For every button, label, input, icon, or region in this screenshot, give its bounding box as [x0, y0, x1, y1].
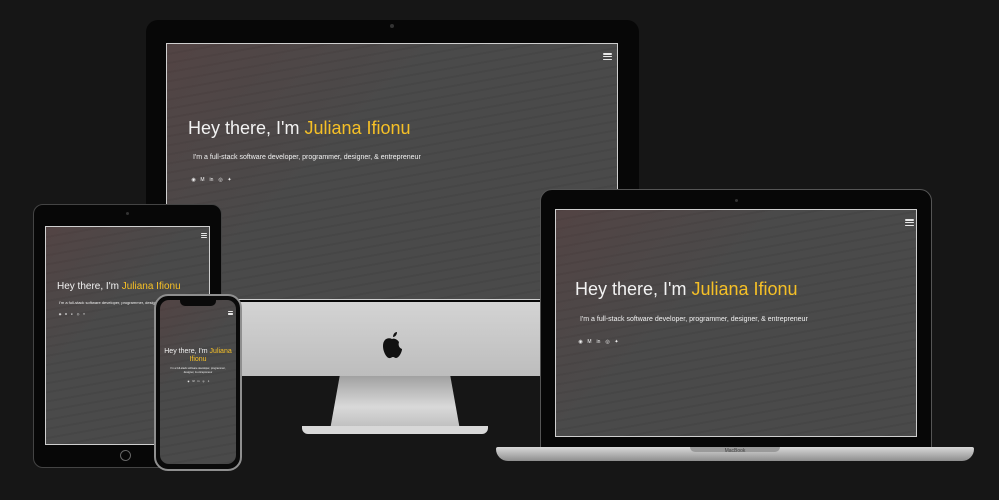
twitter-icon[interactable]: ✦ [206, 380, 211, 383]
greeting-text: Hey there, I'm [575, 279, 692, 299]
macbook-brand: MacBook [724, 448, 746, 454]
twitter-icon[interactable]: ✦ [612, 339, 621, 345]
social-links: ◉ M in ◎ ✦ [57, 312, 87, 316]
macbook-camera [735, 199, 738, 202]
greeting-text: Hey there, I'm [57, 281, 122, 292]
hero-tagline: I'm a full-stack software developer, pro… [170, 367, 226, 374]
iphone-notch [180, 300, 216, 306]
ipad-camera [126, 212, 129, 215]
hero-heading: Hey there, I'm Juliana Ifionu [160, 348, 236, 364]
hero-name: Juliana Ifionu [691, 279, 798, 299]
instagram-icon[interactable]: ◎ [603, 339, 612, 345]
social-links: ◉ M in ◎ ✦ [189, 177, 234, 183]
hero-heading: Hey there, I'm Juliana Ifionu [188, 118, 411, 139]
macbook-screen: Hey there, I'm Juliana Ifionu I'm a full… [555, 209, 917, 437]
imac-camera [390, 24, 394, 28]
hamburger-menu-icon[interactable] [905, 219, 914, 226]
twitter-icon[interactable]: ✦ [81, 312, 87, 316]
greeting-text: Hey there, I'm [188, 118, 305, 138]
hamburger-menu-icon[interactable] [603, 53, 612, 60]
iphone-screen: Hey there, I'm Juliana Ifionu I'm a full… [160, 300, 236, 464]
imac-stand-base [302, 426, 488, 434]
hero-tagline: I'm a full-stack software developer, pro… [193, 154, 421, 161]
twitter-icon[interactable]: ✦ [225, 177, 234, 183]
greeting-text: Hey there, I'm [164, 348, 210, 355]
hero-name: Juliana Ifionu [304, 118, 411, 138]
hamburger-menu-icon[interactable] [201, 233, 207, 238]
hero-heading: Hey there, I'm Juliana Ifionu [57, 281, 181, 292]
hero-tagline: I'm a full-stack software developer, pro… [580, 316, 808, 323]
linkedin-icon[interactable]: in [594, 339, 603, 345]
medium-icon[interactable]: M [198, 177, 207, 183]
social-links: ◉ M in ◎ ✦ [576, 339, 621, 345]
github-icon[interactable]: ◉ [576, 339, 585, 345]
hamburger-menu-icon[interactable] [228, 311, 233, 315]
github-icon[interactable]: ◉ [189, 177, 198, 183]
linkedin-icon[interactable]: in [207, 177, 216, 183]
hero-heading: Hey there, I'm Juliana Ifionu [575, 279, 798, 300]
hero-name: Juliana Ifionu [121, 281, 181, 292]
ipad-home-button[interactable] [120, 450, 131, 461]
medium-icon[interactable]: M [585, 339, 594, 345]
imac-stand [330, 372, 460, 430]
apple-logo-icon [380, 332, 404, 360]
social-links: ◉ M in ◎ ✦ [186, 380, 211, 383]
instagram-icon[interactable]: ◎ [216, 177, 225, 183]
